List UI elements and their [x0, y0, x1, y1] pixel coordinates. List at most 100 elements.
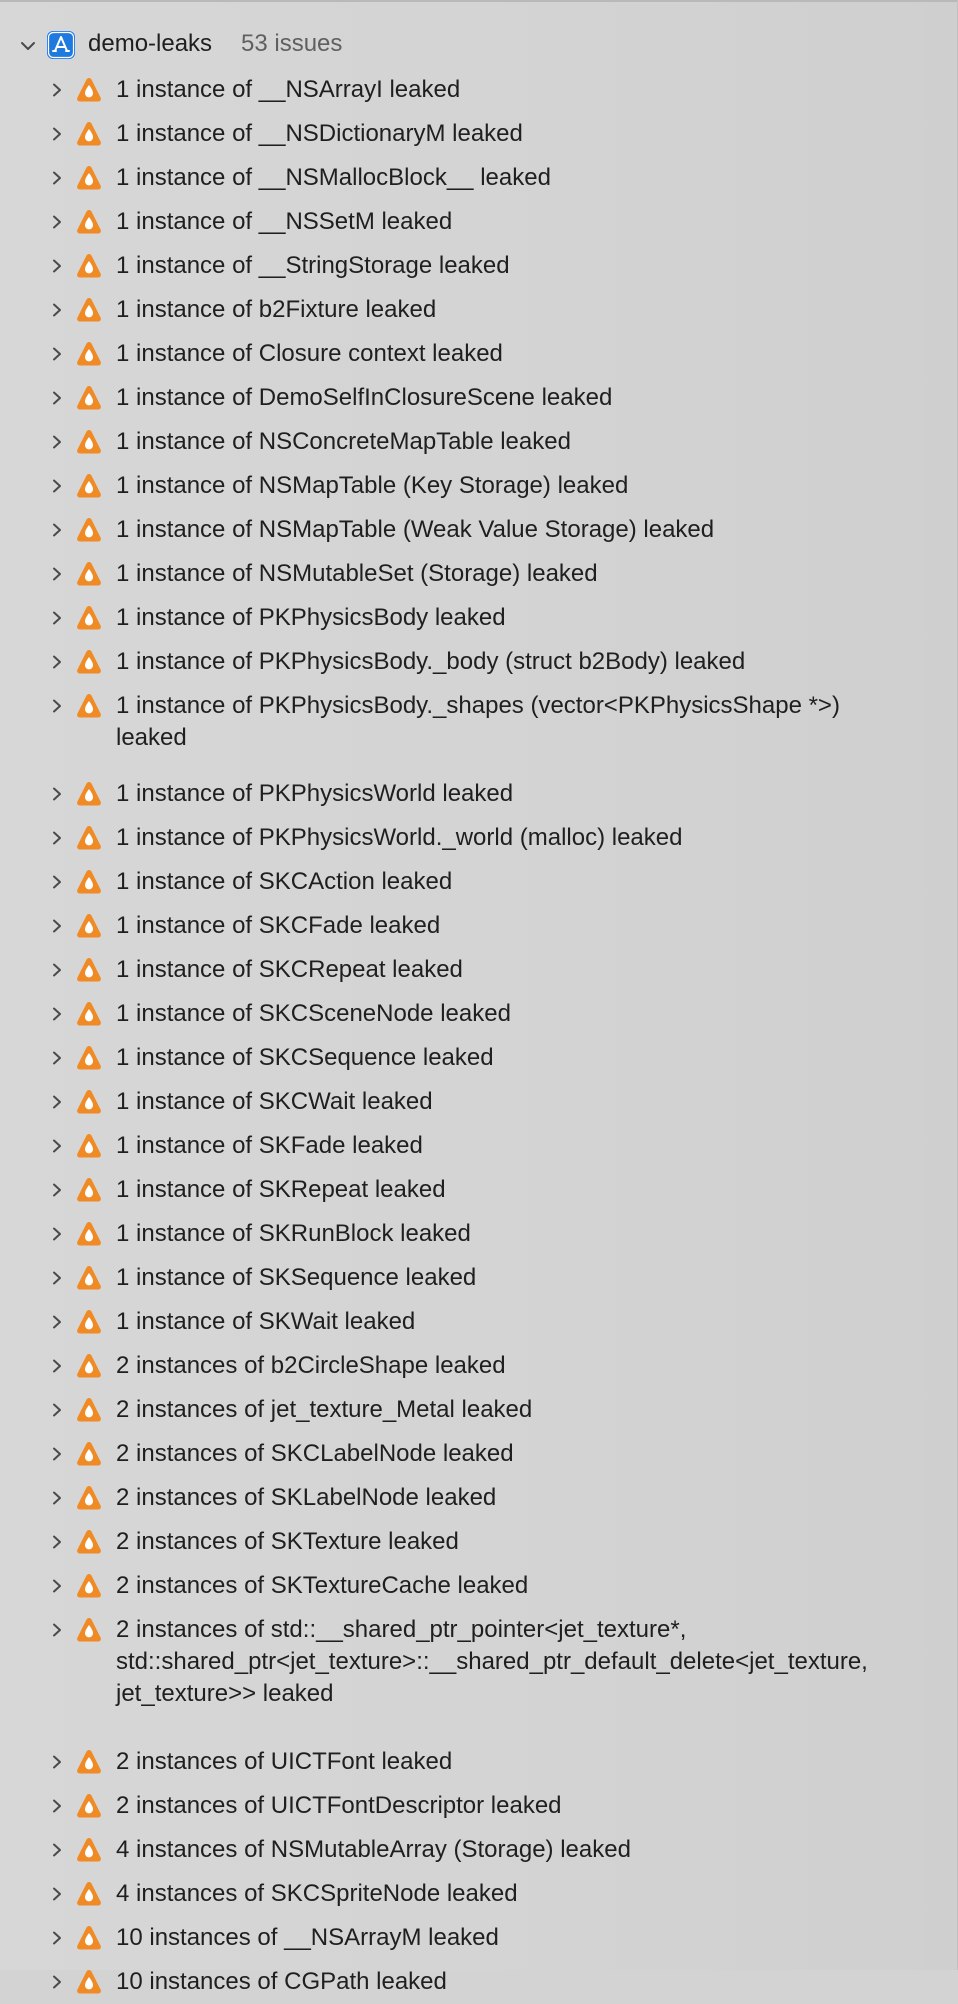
chevron-right-icon[interactable] — [50, 523, 64, 537]
issue-row[interactable]: 1 instance of PKPhysicsWorld leaked — [0, 772, 957, 816]
leak-warning-icon — [75, 1352, 103, 1380]
chevron-right-icon[interactable] — [50, 1051, 64, 1065]
issue-row[interactable]: 2 instances of SKCLabelNode leaked — [0, 1432, 957, 1476]
issue-row[interactable]: 1 instance of SKCSceneNode leaked — [0, 992, 957, 1036]
issue-row[interactable]: 1 instance of NSMapTable (Weak Value Sto… — [0, 508, 957, 552]
chevron-right-icon[interactable] — [50, 1271, 64, 1285]
chevron-right-icon[interactable] — [50, 479, 64, 493]
chevron-right-icon[interactable] — [50, 1007, 64, 1021]
issue-row[interactable]: 10 instances of CGPath leaked — [0, 1960, 957, 2004]
issue-row[interactable]: 1 instance of SKRunBlock leaked — [0, 1212, 957, 1256]
issue-row[interactable]: 1 instance of NSMutableSet (Storage) lea… — [0, 552, 957, 596]
chevron-right-icon[interactable] — [50, 215, 64, 229]
issue-row[interactable]: 1 instance of __NSArrayI leaked — [0, 68, 957, 112]
issue-label: 1 instance of SKCWait leaked — [116, 1088, 433, 1115]
issue-label: 1 instance of PKPhysicsBody._body (struc… — [116, 648, 746, 675]
app-project-icon — [46, 30, 76, 60]
chevron-right-icon[interactable] — [50, 1491, 64, 1505]
issue-row[interactable]: 1 instance of __NSSetM leaked — [0, 200, 957, 244]
chevron-right-icon[interactable] — [50, 875, 64, 889]
chevron-right-icon[interactable] — [50, 1579, 64, 1593]
chevron-right-icon[interactable] — [50, 831, 64, 845]
issue-row[interactable]: 1 instance of SKCWait leaked — [0, 1080, 957, 1124]
chevron-right-icon[interactable] — [50, 1403, 64, 1417]
chevron-right-icon[interactable] — [50, 1359, 64, 1373]
chevron-right-icon[interactable] — [50, 567, 64, 581]
chevron-right-icon[interactable] — [50, 1931, 64, 1945]
chevron-right-icon[interactable] — [50, 1095, 64, 1109]
issue-row[interactable]: 2 instances of jet_texture_Metal leaked — [0, 1388, 957, 1432]
issue-label: 4 instances of NSMutableArray (Storage) … — [116, 1836, 631, 1863]
issue-row[interactable]: 2 instances of UICTFont leaked — [0, 1740, 957, 1784]
chevron-right-icon[interactable] — [50, 611, 64, 625]
issue-row[interactable]: 2 instances of SKTextureCache leaked — [0, 1564, 957, 1608]
issue-row[interactable]: 1 instance of b2Fixture leaked — [0, 288, 957, 332]
issue-row[interactable]: 1 instance of SKFade leaked — [0, 1124, 957, 1168]
chevron-right-icon[interactable] — [50, 259, 64, 273]
chevron-right-icon[interactable] — [50, 655, 64, 669]
chevron-right-icon[interactable] — [50, 391, 64, 405]
issue-row[interactable]: 1 instance of SKRepeat leaked — [0, 1168, 957, 1212]
issue-label: 1 instance of DemoSelfInClosureScene lea… — [116, 384, 613, 411]
issue-row[interactable]: 1 instance of __StringStorage leaked — [0, 244, 957, 288]
issue-row[interactable]: 1 instance of DemoSelfInClosureScene lea… — [0, 376, 957, 420]
chevron-right-icon[interactable] — [50, 1227, 64, 1241]
chevron-right-icon[interactable] — [50, 171, 64, 185]
leak-warning-icon — [75, 208, 103, 236]
chevron-right-icon[interactable] — [50, 1623, 64, 1637]
chevron-right-icon[interactable] — [50, 699, 64, 713]
chevron-right-icon[interactable] — [50, 303, 64, 317]
chevron-right-icon[interactable] — [50, 1139, 64, 1153]
issue-label: 1 instance of SKRunBlock leaked — [116, 1220, 471, 1247]
leak-warning-icon — [75, 1044, 103, 1072]
issue-label: 2 instances of jet_texture_Metal leaked — [116, 1396, 533, 1423]
issue-row[interactable]: 10 instances of __NSArrayM leaked — [0, 1916, 957, 1960]
issue-row[interactable]: 1 instance of SKWait leaked — [0, 1300, 957, 1344]
issue-row[interactable]: 4 instances of SKCSpriteNode leaked — [0, 1872, 957, 1916]
chevron-right-icon[interactable] — [50, 1887, 64, 1901]
chevron-down-icon[interactable] — [20, 38, 35, 52]
chevron-right-icon[interactable] — [50, 83, 64, 97]
chevron-right-icon[interactable] — [50, 919, 64, 933]
chevron-right-icon[interactable] — [50, 127, 64, 141]
issue-row[interactable]: 2 instances of SKLabelNode leaked — [0, 1476, 957, 1520]
chevron-right-icon[interactable] — [50, 1755, 64, 1769]
issue-row[interactable]: 1 instance of PKPhysicsBody._shapes (vec… — [0, 684, 957, 772]
issue-row[interactable]: 2 instances of UICTFontDescriptor leaked — [0, 1784, 957, 1828]
chevron-right-icon[interactable] — [50, 1183, 64, 1197]
chevron-right-icon[interactable] — [50, 1799, 64, 1813]
issue-row[interactable]: 1 instance of PKPhysicsWorld._world (mal… — [0, 816, 957, 860]
issue-label: 2 instances of SKCLabelNode leaked — [116, 1440, 514, 1467]
issue-row[interactable]: 2 instances of std::__shared_ptr_pointer… — [0, 1608, 957, 1740]
issue-row[interactable]: 1 instance of NSConcreteMapTable leaked — [0, 420, 957, 464]
leak-warning-icon — [75, 604, 103, 632]
issue-row[interactable]: 2 instances of SKTexture leaked — [0, 1520, 957, 1564]
issue-row[interactable]: 1 instance of SKCSequence leaked — [0, 1036, 957, 1080]
project-row[interactable]: demo-leaks 53 issues — [0, 24, 957, 66]
chevron-right-icon[interactable] — [50, 787, 64, 801]
top-divider — [0, 0, 957, 2]
leak-warning-icon — [75, 1088, 103, 1116]
issue-row[interactable]: 1 instance of Closure context leaked — [0, 332, 957, 376]
chevron-right-icon[interactable] — [50, 963, 64, 977]
issue-row[interactable]: 1 instance of SKCFade leaked — [0, 904, 957, 948]
chevron-right-icon[interactable] — [50, 1843, 64, 1857]
issue-row[interactable]: 1 instance of __NSDictionaryM leaked — [0, 112, 957, 156]
issue-label: 1 instance of SKFade leaked — [116, 1132, 423, 1159]
issue-row[interactable]: 1 instance of PKPhysicsBody._body (struc… — [0, 640, 957, 684]
chevron-right-icon[interactable] — [50, 1447, 64, 1461]
issue-row[interactable]: 2 instances of b2CircleShape leaked — [0, 1344, 957, 1388]
chevron-right-icon[interactable] — [50, 1975, 64, 1989]
chevron-right-icon[interactable] — [50, 1315, 64, 1329]
leak-warning-icon — [75, 1220, 103, 1248]
issue-row[interactable]: 1 instance of SKCAction leaked — [0, 860, 957, 904]
chevron-right-icon[interactable] — [50, 435, 64, 449]
issue-row[interactable]: 1 instance of __NSMallocBlock__ leaked — [0, 156, 957, 200]
issue-row[interactable]: 1 instance of SKCRepeat leaked — [0, 948, 957, 992]
chevron-right-icon[interactable] — [50, 1535, 64, 1549]
issue-row[interactable]: 1 instance of NSMapTable (Key Storage) l… — [0, 464, 957, 508]
issue-row[interactable]: 1 instance of PKPhysicsBody leaked — [0, 596, 957, 640]
chevron-right-icon[interactable] — [50, 347, 64, 361]
issue-row[interactable]: 4 instances of NSMutableArray (Storage) … — [0, 1828, 957, 1872]
issue-row[interactable]: 1 instance of SKSequence leaked — [0, 1256, 957, 1300]
